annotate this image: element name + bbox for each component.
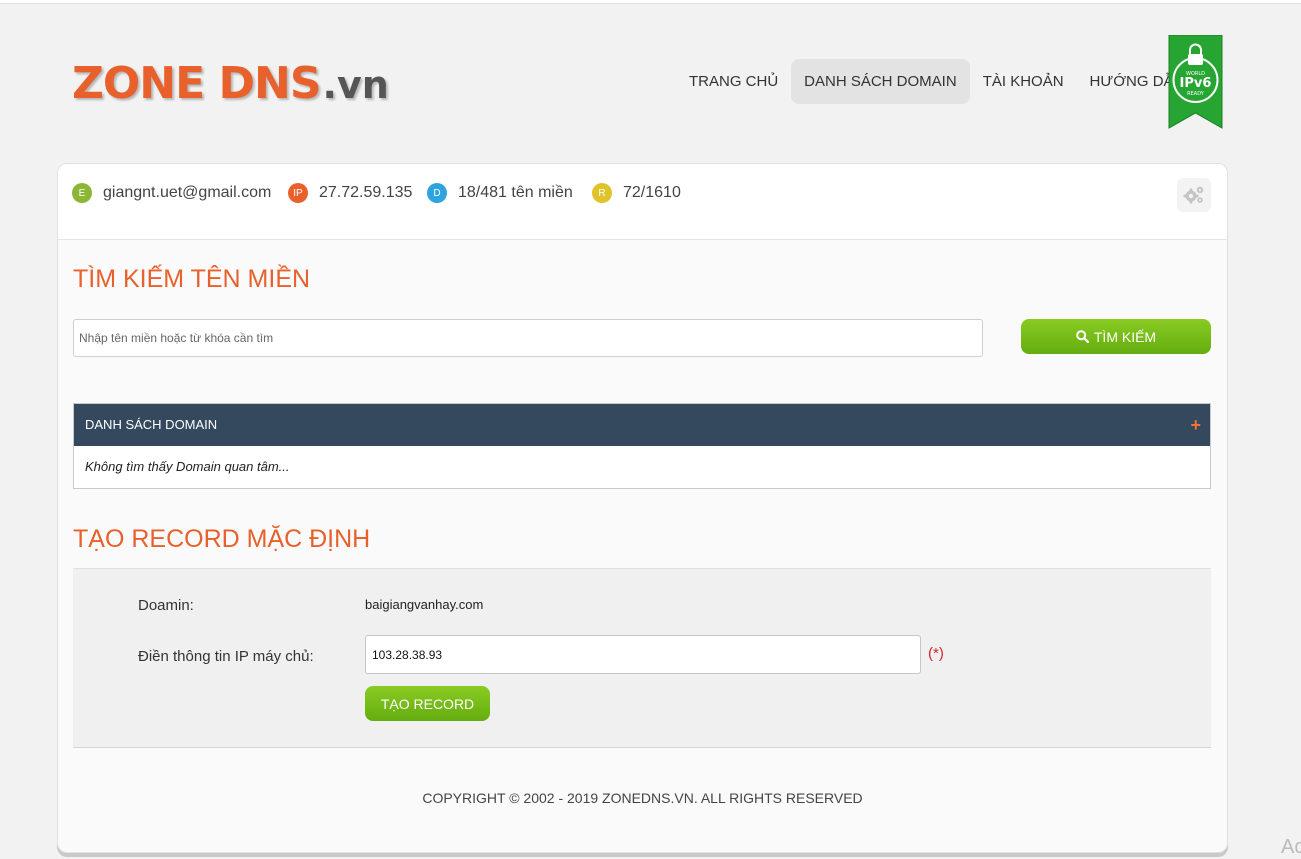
record-badge-icon: R bbox=[592, 183, 612, 203]
default-record-title: TẠO RECORD MẶC ĐỊNH bbox=[73, 525, 371, 553]
default-record-form: Doamin: baigiangvanhay.com Điền thông ti… bbox=[73, 568, 1211, 748]
nav-item-home[interactable]: TRANG CHỦ bbox=[676, 59, 791, 104]
info-records-value: 72/1610 bbox=[623, 184, 681, 201]
search-icon bbox=[1076, 330, 1089, 343]
logo-main-text: ZONE DNS bbox=[72, 58, 322, 109]
nav-item-account[interactable]: TÀI KHOẢN bbox=[970, 59, 1077, 104]
domain-label: Doamin: bbox=[138, 597, 194, 614]
search-button[interactable]: TÌM KIẾM bbox=[1021, 319, 1211, 354]
email-badge-icon: E bbox=[72, 183, 92, 203]
required-mark: (*) bbox=[928, 645, 944, 662]
main-nav: TRANG CHỦ DANH SÁCH DOMAIN TÀI KHOẢN HƯỚ… bbox=[676, 59, 1197, 104]
settings-button[interactable] bbox=[1177, 178, 1211, 212]
server-ip-input[interactable] bbox=[365, 635, 921, 674]
footer-copyright: COPYRIGHT © 2002 - 2019 ZONEDNS.VN. ALL … bbox=[422, 790, 863, 806]
domain-list-empty-message: Không tìm thấy Domain quan tâm... bbox=[85, 459, 290, 474]
info-ip-value: 27.72.59.135 bbox=[319, 184, 413, 201]
info-ip: IP 27.72.59.135 bbox=[288, 183, 412, 203]
info-domains: D 18/481 tên miền bbox=[427, 183, 573, 203]
info-records: R 72/1610 bbox=[592, 183, 681, 203]
domain-list-panel: DANH SÁCH DOMAIN + Không tìm thấy Domain… bbox=[73, 403, 1211, 489]
info-email-value: giangnt.uet@gmail.com bbox=[103, 184, 272, 201]
nav-item-domain-list[interactable]: DANH SÁCH DOMAIN bbox=[791, 59, 970, 104]
search-section-title: TÌM KIẾM TÊN MIỀN bbox=[73, 265, 311, 293]
domain-search-input[interactable] bbox=[73, 319, 983, 357]
expand-plus-icon[interactable]: + bbox=[1190, 404, 1201, 446]
account-info-bar: E giangnt.uet@gmail.com IP 27.72.59.135 … bbox=[58, 164, 1227, 240]
domain-list-title: DANH SÁCH DOMAIN bbox=[85, 417, 218, 432]
ip-badge-icon: IP bbox=[288, 183, 308, 203]
logo-suffix-text: .vn bbox=[322, 63, 389, 107]
logo[interactable]: ZONE DNS .vn bbox=[72, 58, 389, 109]
info-domains-value: 18/481 tên miền bbox=[458, 184, 573, 201]
gears-icon bbox=[1183, 186, 1204, 204]
domain-badge-icon: D bbox=[427, 183, 447, 203]
ipv6-badge-bottom-text: READY bbox=[1187, 91, 1205, 97]
top-border bbox=[0, 0, 1301, 4]
server-ip-label: Điền thông tin IP máy chủ: bbox=[138, 648, 314, 665]
ipv6-badge-main-text: IPv6 bbox=[1180, 76, 1212, 91]
ipv6-ready-badge: WORLD IPv6 READY bbox=[1168, 35, 1223, 129]
main-card: E giangnt.uet@gmail.com IP 27.72.59.135 … bbox=[57, 163, 1228, 853]
create-record-button[interactable]: TẠO RECORD bbox=[365, 686, 490, 721]
search-button-label: TÌM KIẾM bbox=[1093, 328, 1157, 345]
domain-value: baigiangvanhay.com bbox=[365, 597, 484, 612]
domain-list-header: DANH SÁCH DOMAIN + bbox=[74, 404, 1210, 446]
info-email: E giangnt.uet@gmail.com bbox=[72, 183, 271, 203]
